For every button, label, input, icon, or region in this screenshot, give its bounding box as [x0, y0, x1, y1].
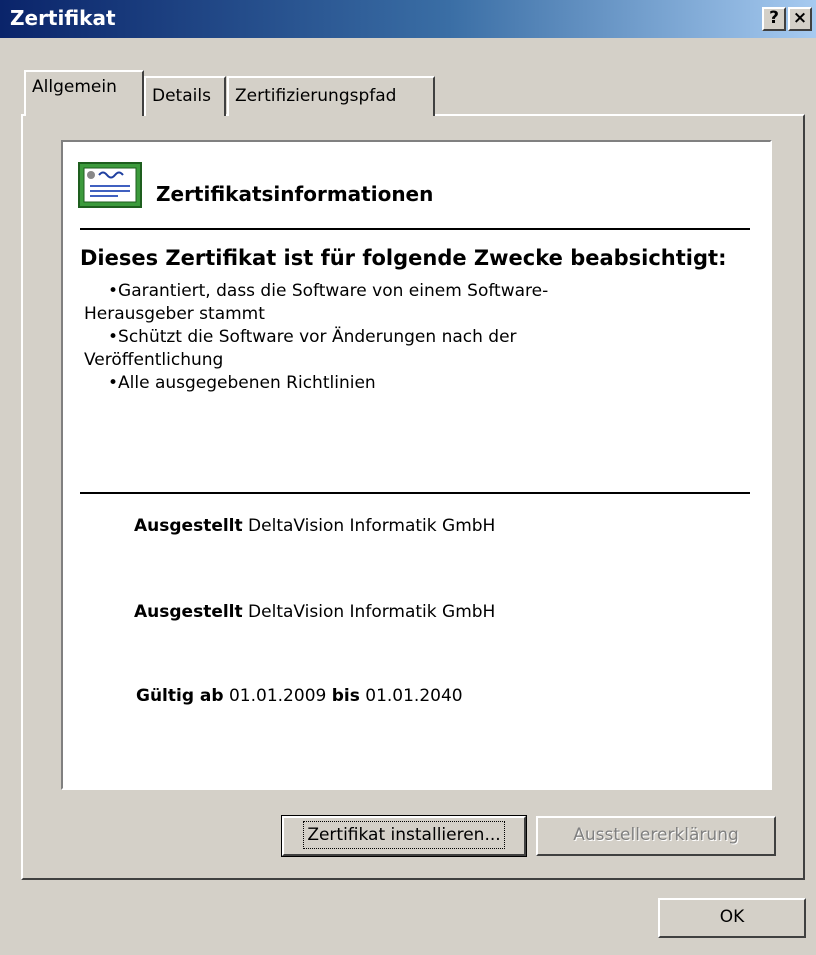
purpose-list: •Garantiert, dass die Software von einem…	[84, 280, 698, 395]
close-button[interactable]: ×	[788, 7, 812, 31]
valid-to-value: 01.01.2040	[365, 686, 463, 706]
issued-to-field: Ausgestellt DeltaVision Informatik GmbH	[134, 516, 495, 536]
validity-field: Gültig ab 01.01.2009 bis 01.01.2040	[136, 686, 463, 706]
tab-details[interactable]: Details	[144, 76, 226, 116]
purpose-heading: Dieses Zertifikat ist für folgende Zweck…	[80, 246, 727, 270]
tab-label: Zertifizierungspfad	[235, 86, 397, 106]
help-button[interactable]: ?	[762, 7, 786, 31]
install-button-label: Zertifikat installieren...	[303, 821, 505, 849]
certificate-dialog: Zertifikat ? × Allgemein Details Zertifi…	[0, 0, 816, 955]
issuer-statement-button: Ausstellererklärung	[536, 816, 776, 856]
tab-allgemein[interactable]: Allgemein	[24, 70, 144, 116]
issued-by-label: Ausgestellt	[134, 602, 243, 622]
valid-from-label: Gültig ab	[136, 686, 224, 706]
window-title: Zertifikat	[10, 6, 116, 30]
info-title: Zertifikatsinformationen	[156, 182, 434, 206]
list-item: Veröffentlichung	[84, 350, 224, 370]
tab-label: Details	[152, 86, 211, 106]
install-certificate-button[interactable]: Zertifikat installieren...	[281, 815, 527, 857]
tab-label: Allgemein	[32, 77, 117, 97]
valid-to-label: bis	[331, 686, 360, 706]
divider	[80, 492, 750, 494]
ok-button[interactable]: OK	[658, 898, 806, 938]
issued-by-field: Ausgestellt DeltaVision Informatik GmbH	[134, 602, 495, 622]
valid-from-value: 01.01.2009	[228, 686, 327, 706]
list-item: Herausgeber stammt	[84, 304, 265, 324]
issued-by-value: DeltaVision Informatik GmbH	[248, 602, 496, 622]
list-item: •Schützt die Software vor Änderungen nac…	[108, 327, 517, 347]
title-bar[interactable]: Zertifikat ? ×	[0, 0, 816, 38]
issued-to-label: Ausgestellt	[134, 516, 243, 536]
list-item: •Garantiert, dass die Software von einem…	[108, 281, 549, 301]
list-item: •Alle ausgegebenen Richtlinien	[108, 373, 376, 393]
tab-zertifizierungspfad[interactable]: Zertifizierungspfad	[227, 76, 435, 116]
certificate-icon	[78, 162, 142, 208]
divider	[80, 228, 750, 230]
issued-to-value: DeltaVision Informatik GmbH	[248, 516, 496, 536]
